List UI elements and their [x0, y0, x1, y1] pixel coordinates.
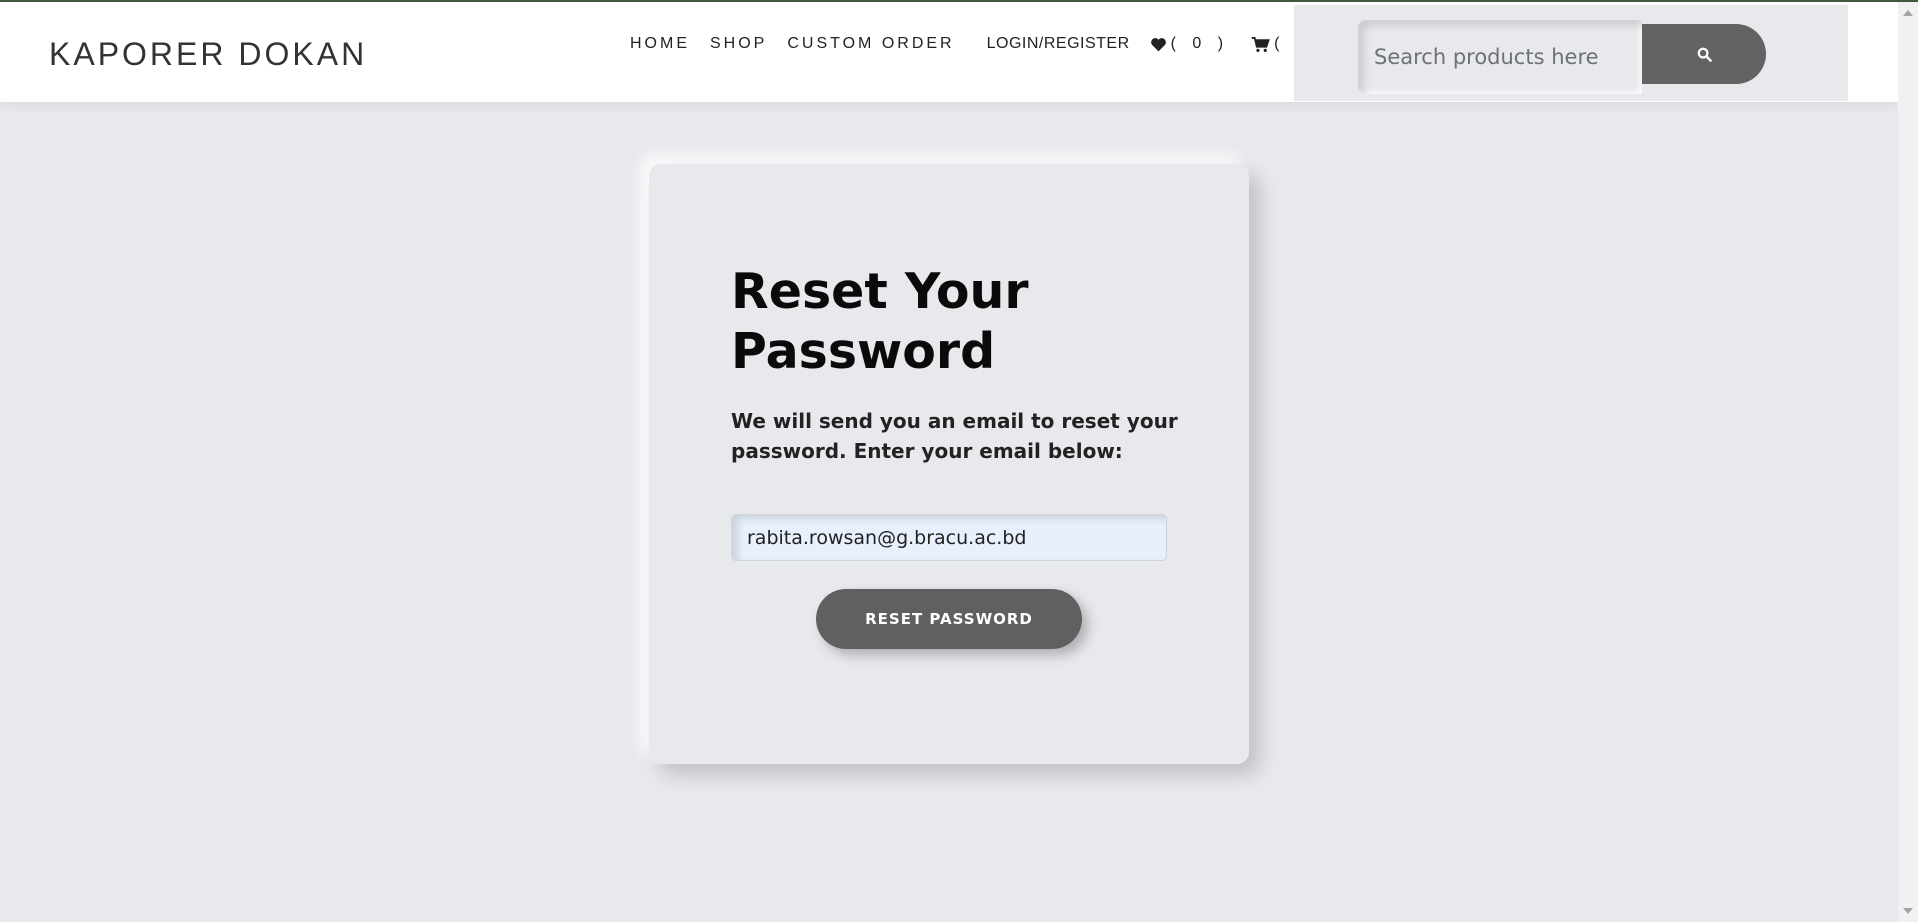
- nav-login-register-link[interactable]: LOGIN/REGISTER: [987, 35, 1130, 53]
- main-nav: HOME SHOP CUSTOM ORDER LOGIN/REGISTER ( …: [630, 35, 1355, 53]
- search-bar: [1358, 20, 1766, 94]
- nav-shop-link[interactable]: SHOP: [710, 35, 767, 53]
- wishlist-link[interactable]: ( 0 ): [1150, 35, 1229, 53]
- email-field[interactable]: [731, 514, 1167, 561]
- cart-icon: [1251, 36, 1270, 52]
- reset-password-button[interactable]: RESET PASSWORD: [816, 589, 1082, 649]
- brand-logo-text[interactable]: KAPORER DOKAN: [49, 36, 367, 73]
- nav-custom-order-link[interactable]: CUSTOM ORDER: [787, 35, 954, 53]
- page-scrollbar[interactable]: [1898, 2, 1918, 922]
- reset-instructions: We will send you an email to reset your …: [731, 409, 1178, 463]
- search-icon: [1697, 47, 1712, 62]
- nav-home-link[interactable]: HOME: [630, 35, 690, 53]
- search-button[interactable]: [1642, 24, 1766, 84]
- page-title: Reset Your Password: [731, 263, 1029, 380]
- heart-icon: [1150, 37, 1166, 51]
- reset-password-card: Reset Your Password We will send you an …: [649, 164, 1249, 764]
- wishlist-count: ( 0 ): [1170, 35, 1230, 52]
- search-panel: [1294, 5, 1848, 101]
- navbar: KAPORER DOKAN HOME SHOP CUSTOM ORDER LOG…: [0, 2, 1898, 102]
- search-input[interactable]: [1358, 20, 1642, 94]
- scroll-up-arrow-icon[interactable]: [1903, 10, 1913, 16]
- scroll-down-arrow-icon[interactable]: [1903, 908, 1913, 914]
